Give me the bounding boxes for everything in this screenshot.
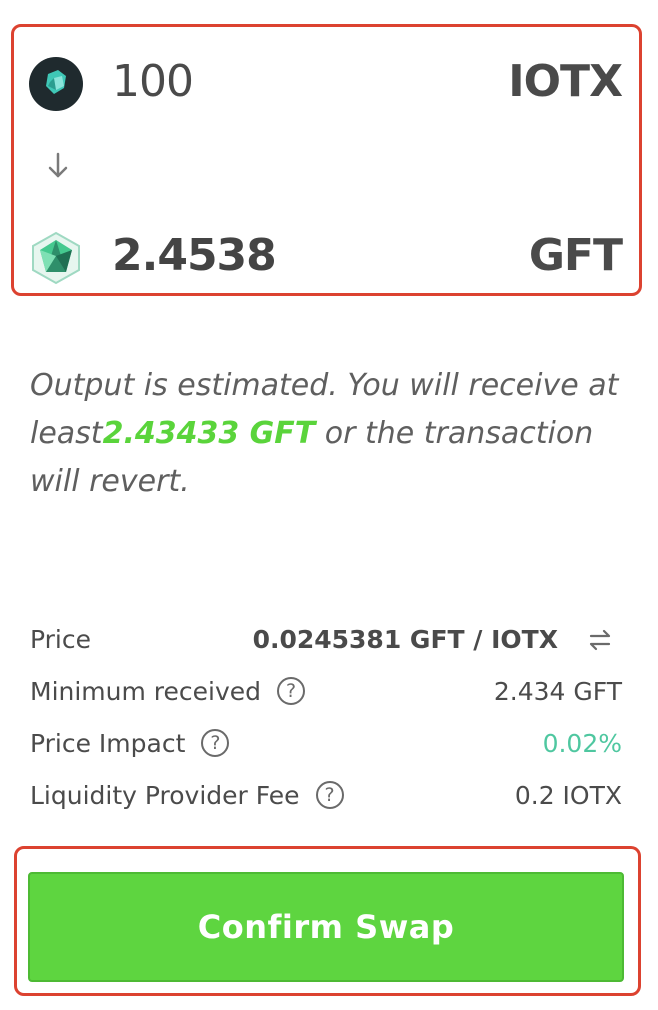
iotx-token-icon [29, 57, 83, 111]
confirm-swap-button[interactable]: Confirm Swap [28, 872, 624, 982]
input-amount: 100 [112, 56, 194, 107]
price-impact-label: Price Impact? [30, 724, 230, 764]
help-icon[interactable]: ? [315, 781, 344, 809]
price-label: Price [30, 625, 91, 654]
price-row: Price 0.0245381 GFT / IOTX [30, 620, 622, 660]
output-token-row: 2.4538 GFT [28, 226, 623, 286]
help-icon[interactable]: ? [277, 677, 306, 705]
confirm-swap-label: Confirm Swap [197, 908, 455, 946]
input-token-symbol: IOTX [508, 56, 623, 107]
minimum-received-row: Minimum received? 2.434 GFT [30, 672, 622, 712]
liquidity-fee-label: Liquidity Provider Fee? [30, 776, 344, 816]
arrow-down-icon [48, 152, 68, 178]
price-value: 0.0245381 GFT / IOTX [252, 625, 558, 654]
help-icon[interactable]: ? [201, 729, 230, 757]
output-estimate-notice: Output is estimated. You will receive at… [30, 362, 630, 506]
estimate-minimum-amount: 2.43433 GFT [102, 416, 316, 451]
output-amount: 2.4538 [112, 230, 277, 281]
minimum-received-value: 2.434 GFT [493, 677, 622, 706]
minimum-received-label: Minimum received? [30, 672, 306, 712]
output-token-symbol: GFT [528, 230, 623, 281]
liquidity-fee-row: Liquidity Provider Fee? 0.2 IOTX [30, 776, 622, 816]
swap-rate-icon[interactable] [584, 624, 616, 656]
liquidity-fee-value: 0.2 IOTX [514, 781, 622, 810]
price-impact-value: 0.02% [542, 729, 622, 758]
gft-token-icon [32, 231, 80, 285]
input-token-row: 100 IOTX [28, 52, 623, 112]
price-impact-row: Price Impact? 0.02% [30, 724, 622, 764]
